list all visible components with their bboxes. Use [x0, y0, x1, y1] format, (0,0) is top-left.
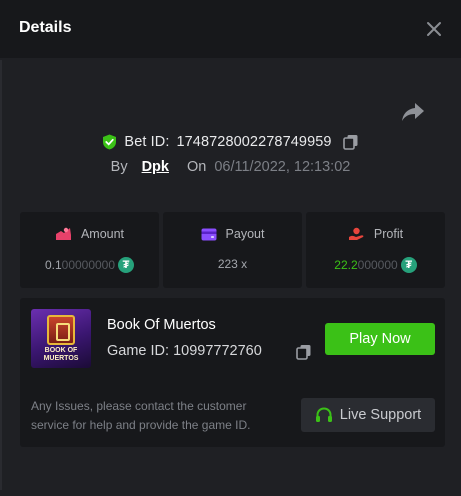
on-label: On — [186, 159, 207, 175]
game-name: Book Of Muertos — [107, 317, 216, 333]
amount-value-main: 0.1 — [44, 258, 62, 272]
left-edge-divider — [0, 60, 2, 490]
details-modal: Details Bet ID: 1748728002278749959 By D… — [0, 0, 461, 496]
copy-icon[interactable] — [342, 134, 359, 150]
game-id-label: Game ID: — [107, 343, 170, 359]
profit-label: Profit — [373, 227, 404, 241]
modal-header: Details — [0, 0, 461, 58]
user-link[interactable]: Dpk — [142, 159, 169, 175]
share-icon[interactable] — [401, 101, 425, 123]
game-thumbnail[interactable]: BOOK OF MUERTOS — [31, 309, 91, 368]
wallet-icon — [201, 228, 217, 240]
thumbnail-title: BOOK OF MUERTOS — [43, 347, 79, 362]
book-art — [47, 315, 75, 345]
payout-card: Payout 223 x — [163, 212, 302, 288]
close-icon[interactable] — [425, 20, 443, 38]
profit-value-dim: 000000 — [357, 258, 398, 272]
game-id-value: 10997772760 — [173, 343, 262, 359]
payout-label: Payout — [225, 227, 265, 241]
usdt-icon: ₮ — [118, 257, 135, 273]
shield-check-icon — [103, 134, 117, 150]
support-note: Any Issues, please contact the customer … — [31, 399, 251, 432]
game-id: Game ID: 10997772760 — [107, 343, 262, 359]
bet-id-row: Bet ID: 1748728002278749959 — [0, 131, 461, 153]
copy-icon[interactable] — [296, 344, 312, 360]
bet-id-value: 1748728002278749959 — [176, 134, 332, 150]
payout-value: 223 x — [217, 257, 248, 271]
amount-value-dim: 00000000 — [61, 258, 116, 272]
amount-card: Amount 0.100000000 ₮ — [20, 212, 159, 288]
by-label: By — [110, 159, 128, 175]
amount-label: Amount — [80, 227, 125, 241]
game-card: BOOK OF MUERTOS Book Of Muertos Game ID:… — [20, 298, 445, 447]
live-support-label: Live Support — [339, 407, 422, 423]
usdt-icon: ₮ — [400, 257, 417, 273]
modal-title: Details — [19, 19, 72, 36]
bet-id-label: Bet ID: — [124, 134, 170, 150]
live-support-button[interactable]: Live Support — [301, 398, 435, 432]
profit-card: Profit 22.2000000 ₮ — [306, 212, 445, 288]
headset-icon — [315, 406, 332, 422]
bet-date: 06/11/2022, 12:13:02 — [214, 159, 351, 175]
play-now-button[interactable]: Play Now — [325, 323, 435, 355]
stats-row: Amount 0.100000000 ₮ Payout 223 x Profit… — [20, 212, 445, 288]
profit-value-main: 22.2 — [334, 258, 358, 272]
amount-icon — [55, 227, 71, 240]
bet-meta-row: By Dpk On 06/11/2022, 12:13:02 — [0, 157, 461, 177]
profit-icon — [348, 227, 364, 240]
